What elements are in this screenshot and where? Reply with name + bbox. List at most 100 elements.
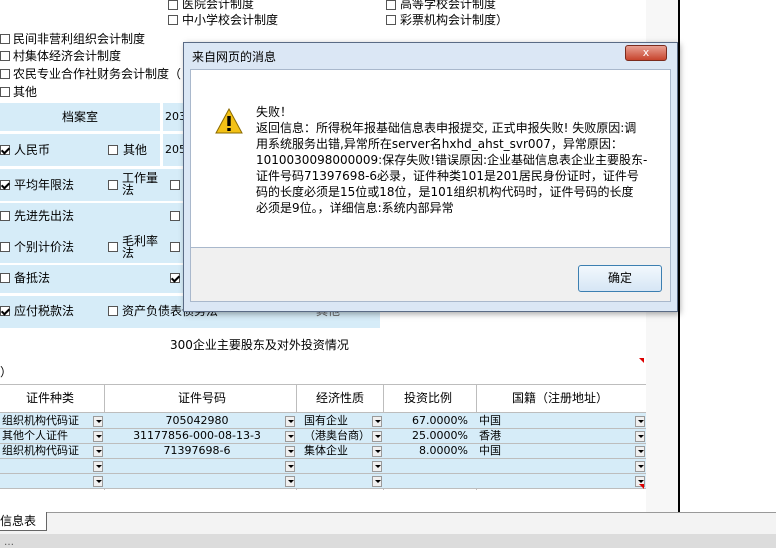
- dialog-title: 来自网页的消息: [192, 50, 277, 64]
- label-currency-other: 其他: [123, 143, 148, 157]
- dropdown-arrow-icon[interactable]: [372, 416, 382, 427]
- checkbox-fifo[interactable]: [0, 211, 10, 221]
- checkbox-village[interactable]: [0, 51, 10, 61]
- sheet-tab-bar: [0, 512, 776, 535]
- ok-button[interactable]: 确定: [578, 265, 662, 292]
- label-village: 村集体经济会计制度: [13, 49, 122, 63]
- dropdown-arrow-icon[interactable]: [93, 416, 103, 427]
- dropdown-arrow-icon[interactable]: [372, 476, 382, 487]
- label-allowance: 备抵法: [14, 271, 51, 285]
- cell-number[interactable]: 705042980: [104, 414, 290, 428]
- dialog-message-heading: 失败！: [256, 105, 293, 119]
- dropdown-arrow-icon[interactable]: [285, 446, 295, 457]
- row-divider: [0, 488, 646, 489]
- checkbox-university[interactable]: [386, 0, 396, 10]
- dropdown-arrow-icon[interactable]: [635, 431, 645, 442]
- comment-marker-2: [639, 484, 644, 489]
- comment-marker: [639, 358, 644, 363]
- close-icon: x: [642, 46, 650, 59]
- dialog-message-line: 码的长度必须是15位或18位，是101组织机构代码时，证件号码的长度: [256, 185, 634, 199]
- checkbox-baddebt-extra[interactable]: [170, 273, 180, 283]
- dropdown-arrow-icon[interactable]: [285, 431, 295, 442]
- header-doc-type: 证件种类: [26, 391, 75, 405]
- dropdown-arrow-icon[interactable]: [635, 461, 645, 472]
- label-primary-school: 中小学校会计制度: [182, 13, 279, 27]
- cell-number[interactable]: 71397698-6: [104, 444, 290, 458]
- cell-country[interactable]: 中国: [479, 414, 501, 428]
- label-tax-payable: 应付税款法: [14, 304, 75, 318]
- dialog-message-line: 证件号码71397698-6必录，证件种类101是201居民身份证时，证件号: [256, 169, 639, 183]
- cell-nature[interactable]: 集体企业: [304, 444, 348, 458]
- checkbox-fifo-extra[interactable]: [170, 211, 180, 221]
- dropdown-arrow-icon[interactable]: [93, 461, 103, 472]
- checkbox-gross-margin[interactable]: [108, 242, 118, 252]
- dialog-message-line: 1010030098000009:保存失败!错误原因:企业基础信息表企业主要股东…: [256, 153, 648, 167]
- cell-country[interactable]: 中国: [479, 444, 501, 458]
- dialog-message-line: 用系统服务出错,异常所在server名hxhd_ahst_svr007，异常原因…: [256, 137, 623, 151]
- cell-nature[interactable]: （港奥台商）: [304, 429, 370, 443]
- dropdown-arrow-icon[interactable]: [372, 431, 382, 442]
- section-title: 300企业主要股东及对外投资情况: [170, 338, 349, 352]
- cell-ratio[interactable]: 8.0000%: [384, 444, 468, 458]
- dialog-message: 失败！ 返回信息：所得税年报基础信息表申报提交, 正式申报失败! 失败原因:调 用系…: [256, 104, 648, 216]
- label-individual: 个别计价法: [14, 240, 75, 254]
- dropdown-arrow-icon[interactable]: [635, 446, 645, 457]
- checkbox-individual[interactable]: [0, 242, 10, 252]
- dropdown-arrow-icon[interactable]: [285, 461, 295, 472]
- label-university: 高等学校会计制度: [400, 0, 497, 11]
- checkbox-avg-life[interactable]: [0, 180, 10, 190]
- label-nonprofit: 民间非营利组织会计制度: [13, 32, 146, 46]
- label-cooperative: 农民专业合作社财务会计制度（: [13, 67, 182, 81]
- label-hospital: 医院会计制度: [182, 0, 255, 11]
- cell-number[interactable]: 31177856-000-08-13-3: [104, 429, 290, 443]
- label-lottery: 彩票机构会计制度）: [400, 13, 509, 27]
- label-avg-life: 平均年限法: [14, 178, 75, 192]
- checkbox-allowance[interactable]: [0, 273, 10, 283]
- dropdown-arrow-icon[interactable]: [285, 476, 295, 487]
- checkbox-lottery[interactable]: [386, 15, 396, 25]
- page-right-border: [678, 0, 680, 548]
- dialog-close-button[interactable]: x: [625, 45, 667, 61]
- archive-label: 档案室: [62, 110, 99, 124]
- label-gross-margin: 毛利率法: [122, 234, 159, 260]
- label-fifo: 先进先出法: [14, 209, 75, 223]
- section-left-mark: ）: [0, 365, 13, 379]
- dropdown-arrow-icon[interactable]: [93, 431, 103, 442]
- checkbox-tax-payable[interactable]: [0, 306, 10, 316]
- row-divider: [0, 473, 646, 474]
- dropdown-arrow-icon[interactable]: [285, 416, 295, 427]
- label-rmb: 人民币: [14, 143, 51, 157]
- checkbox-nonprofit[interactable]: [0, 34, 10, 44]
- status-bar: [0, 534, 776, 548]
- warning-icon: [215, 108, 243, 134]
- dialog-message-line: 返回信息：所得税年报基础信息表申报提交, 正式申报失败! 失败原因:调: [256, 121, 637, 135]
- dropdown-arrow-icon[interactable]: [93, 476, 103, 487]
- cell-type[interactable]: 组织机构代码证: [2, 444, 79, 458]
- cell-nature[interactable]: 国有企业: [304, 414, 348, 428]
- checkbox-other-system[interactable]: [0, 87, 10, 97]
- checkbox-rmb[interactable]: [0, 145, 10, 155]
- checkbox-individual-extra[interactable]: [170, 242, 180, 252]
- checkbox-depr-extra[interactable]: [170, 180, 180, 190]
- dropdown-arrow-icon[interactable]: [372, 461, 382, 472]
- cell-type[interactable]: 其他个人证件: [2, 429, 68, 443]
- cell-ratio[interactable]: 25.0000%: [384, 429, 468, 443]
- checkbox-cooperative[interactable]: [0, 69, 10, 79]
- dropdown-arrow-icon[interactable]: [93, 446, 103, 457]
- header-ratio: 投资比例: [404, 391, 453, 405]
- checkbox-hospital[interactable]: [168, 0, 178, 10]
- header-country: 国籍（注册地址）: [512, 391, 609, 405]
- sheet-tab-label: 信息表: [0, 514, 37, 528]
- cell-ratio[interactable]: 67.0000%: [384, 414, 468, 428]
- checkbox-workload[interactable]: [108, 180, 118, 190]
- dropdown-arrow-icon[interactable]: [372, 446, 382, 457]
- dialog-message-line: 必须是9位。，详细信息:系统内部异常: [256, 201, 454, 215]
- checkbox-currency-other[interactable]: [108, 145, 118, 155]
- checkbox-balance-sheet-debt[interactable]: [108, 306, 118, 316]
- cell-country[interactable]: 香港: [479, 429, 501, 443]
- dropdown-arrow-icon[interactable]: [635, 416, 645, 427]
- sheet-tab[interactable]: 信息表: [0, 512, 47, 531]
- label-workload: 工作量法: [122, 171, 159, 197]
- cell-type[interactable]: 组织机构代码证: [2, 414, 79, 428]
- checkbox-primary-school[interactable]: [168, 15, 178, 25]
